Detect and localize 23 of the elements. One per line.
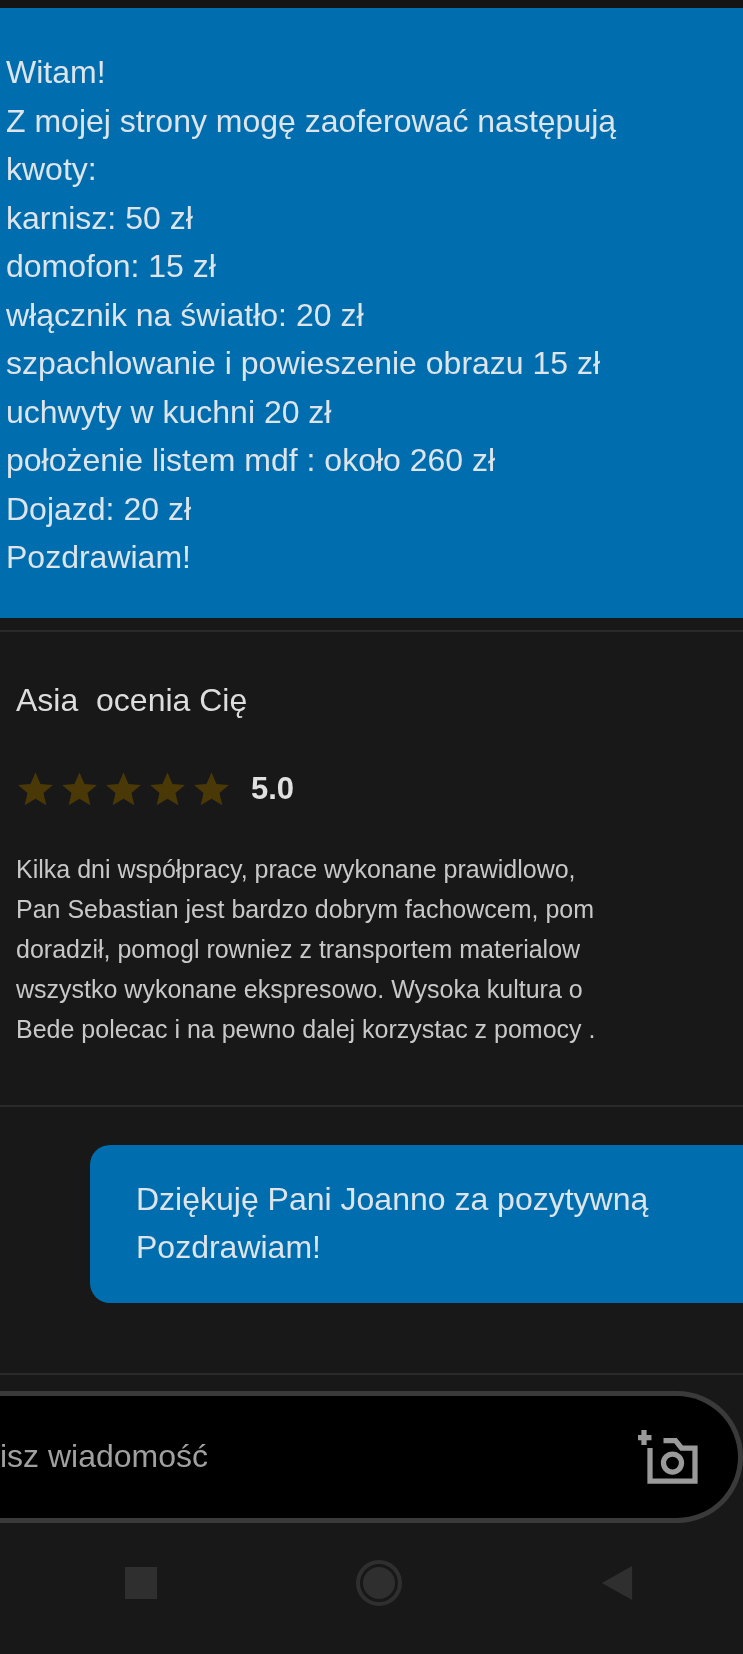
review-text: Bede polecac i na pewno dalej korzystac z pomocy . [16,1013,597,1045]
review-title: Asia ocenia Cię [16,680,249,720]
review-text: Pan Sebastian jest bardzo dobrym fachowcem, pom [16,893,596,925]
rating-value: 5.0 [251,771,295,807]
review-text: doradził, pomogl rowniez z transportem materialow [16,933,582,965]
message-text: karnisz: 50 zł [6,198,194,238]
back-icon[interactable] [601,1566,633,1601]
message-text: kwoty: [6,150,98,189]
review-text: wszystko wykonane ekspresowo. Wysoka kultura o [16,973,584,1005]
message-text: Z mojej strony mogę zaoferować następują [6,101,618,141]
message-text: uchwyty w kuchni 20 zł [6,392,333,432]
message-text: Pozdrawiam! [136,1227,322,1267]
message-text: położenie listem mdf : około 260 zł [6,441,497,480]
message-text: domofon: 15 zł [6,247,217,286]
message-text: Dojazd: 20 zł [6,489,192,529]
message-text: Pozdrawiam! [6,538,192,577]
message-text: włącznik na światło: 20 zł [6,295,365,335]
message-text: szpachlowanie i powieszenie obrazu 15 zł [6,344,602,383]
message-input[interactable]: isz wiadomość [0,1438,420,1475]
review-text: Kilka dni współpracy, prace wykonane prawidlowo, [16,853,577,885]
home-icon[interactable] [355,1559,403,1608]
message-text: Dziękuję Pani Joanno za pozytywną [136,1179,650,1219]
message-text: Witam! [6,53,107,92]
